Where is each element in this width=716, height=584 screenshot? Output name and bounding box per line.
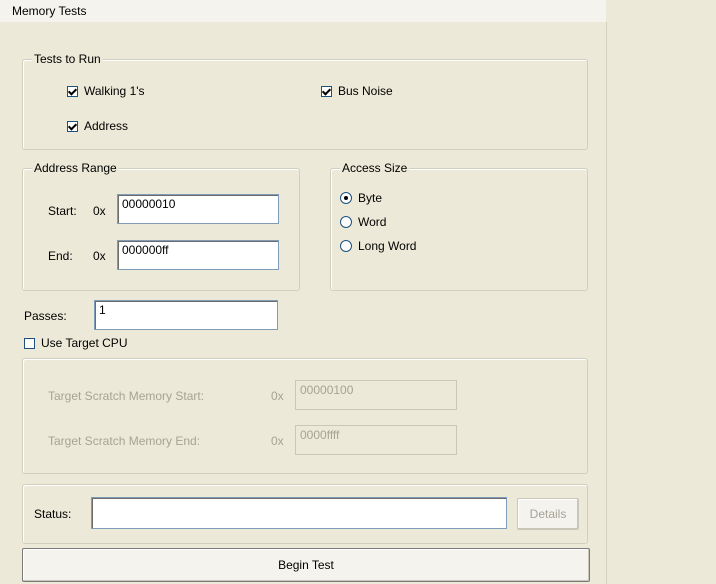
use-target-cpu-label: Use Target CPU — [41, 336, 128, 350]
begin-test-button[interactable]: Begin Test — [22, 548, 590, 582]
status-group: Status: Details — [22, 484, 588, 544]
scratch-end-label: Target Scratch Memory End: — [48, 434, 201, 448]
status-field — [91, 497, 507, 529]
access-size-group: Access Size Byte Word Long Word — [330, 161, 588, 291]
access-size-word-radio[interactable]: Word — [340, 215, 386, 229]
scratch-end-input[interactable]: 0000ffff — [295, 425, 457, 455]
start-address-input[interactable]: 00000010 — [117, 194, 279, 224]
walking-ones-check-icon — [67, 85, 78, 97]
scratch-end-prefix: 0x — [271, 434, 284, 448]
end-prefix: 0x — [93, 249, 106, 263]
byte-label: Byte — [358, 191, 383, 205]
tab-title: Memory Tests — [12, 4, 87, 18]
target-scratch-group: Target Scratch Memory Start: 0x 00000100… — [22, 358, 588, 474]
access-size-legend: Access Size — [340, 161, 410, 175]
word-label: Word — [358, 215, 387, 229]
long-word-label: Long Word — [358, 239, 417, 253]
address-check-icon — [67, 120, 78, 132]
start-label: Start: — [48, 204, 77, 218]
passes-input[interactable]: 1 — [94, 300, 278, 330]
radio-selected-icon — [340, 192, 352, 204]
scratch-start-input[interactable]: 00000100 — [295, 380, 457, 410]
passes-label: Passes: — [24, 309, 67, 323]
address-range-legend: Address Range — [32, 161, 119, 175]
tests-to-run-legend: Tests to Run — [32, 52, 103, 66]
memory-tests-panel: Tests to Run Walking 1's Address Bus Noi… — [0, 22, 607, 584]
tests-to-run-group: Tests to Run Walking 1's Address Bus Noi… — [22, 52, 588, 150]
bus-noise-label: Bus Noise — [338, 84, 393, 98]
bus-noise-check-icon — [321, 85, 332, 97]
walking-ones-label: Walking 1's — [84, 84, 145, 98]
radio-icon — [340, 216, 352, 228]
access-size-byte-radio[interactable]: Byte — [340, 191, 382, 205]
end-address-input[interactable]: 000000ff — [117, 240, 279, 270]
use-target-cpu-checkbox[interactable]: Use Target CPU — [24, 336, 127, 350]
address-checkbox[interactable]: Address — [67, 119, 128, 133]
tab-memory-tests[interactable]: Memory Tests — [0, 0, 606, 23]
scratch-start-label: Target Scratch Memory Start: — [48, 389, 205, 403]
bus-noise-checkbox[interactable]: Bus Noise — [321, 84, 393, 98]
start-prefix: 0x — [93, 204, 106, 218]
walking-ones-checkbox[interactable]: Walking 1's — [67, 84, 145, 98]
scratch-start-prefix: 0x — [271, 389, 284, 403]
access-size-long-word-radio[interactable]: Long Word — [340, 239, 416, 253]
details-button[interactable]: Details — [517, 498, 579, 530]
status-label: Status: — [34, 507, 72, 521]
address-label: Address — [84, 119, 129, 133]
end-label: End: — [48, 249, 73, 263]
radio-icon — [340, 240, 352, 252]
use-target-cpu-check-icon — [24, 337, 35, 349]
address-range-group: Address Range Start: 0x 00000010 End: 0x… — [22, 161, 300, 291]
